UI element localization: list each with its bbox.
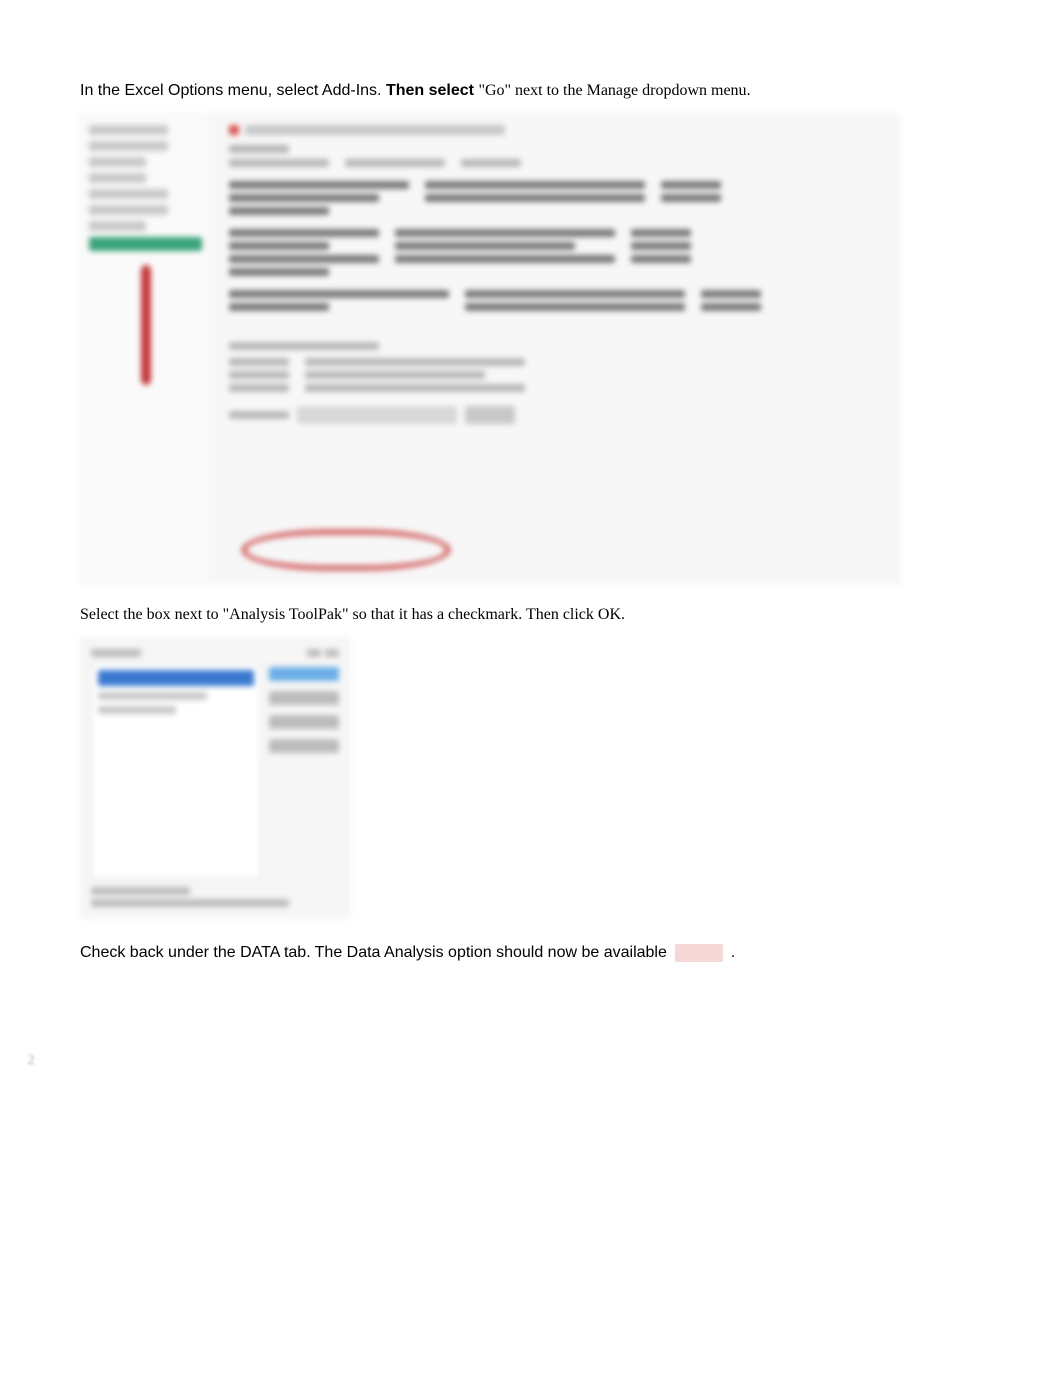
- manage-row: [229, 406, 881, 424]
- section-label: [229, 145, 289, 153]
- addins-row: [229, 181, 881, 215]
- instruction3-part-a: Check back under the DATA tab.: [80, 944, 311, 962]
- excel-options-screenshot: [80, 114, 900, 584]
- sidebar-item: [89, 125, 168, 135]
- addins-row: [229, 229, 881, 276]
- sidebar-item: [89, 157, 146, 167]
- addins-dialog-screenshot: [80, 638, 350, 918]
- browse-button-blurred: [269, 715, 339, 729]
- options-sidebar: [81, 115, 211, 583]
- cancel-button-blurred: [269, 691, 339, 705]
- sidebar-item-addins-selected: [89, 237, 202, 251]
- dialog-footer: [91, 887, 339, 907]
- instruction-step-1: In the Excel Options menu, select Add-In…: [80, 80, 982, 102]
- go-button-blurred: [465, 406, 515, 424]
- ok-button-blurred: [269, 667, 339, 681]
- instruction1-part-b: Then select: [386, 82, 474, 99]
- automation-button-blurred: [269, 739, 339, 753]
- content-title: [229, 125, 881, 135]
- instruction3-part-b: The Data Analysis option should now be a…: [315, 944, 667, 962]
- list-item: [98, 706, 176, 714]
- page-number: 2: [20, 1050, 42, 1072]
- instruction-step-2: Select the box next to "Analysis ToolPak…: [80, 606, 982, 624]
- dialog-header: [91, 649, 339, 657]
- addins-checklist: [91, 663, 261, 879]
- sidebar-item: [89, 141, 168, 151]
- red-ellipse-highlight: [241, 529, 451, 571]
- analysis-toolpak-selected: [98, 670, 254, 686]
- sidebar-item: [89, 173, 146, 183]
- title-text: [245, 125, 505, 135]
- sidebar-item: [89, 189, 168, 199]
- red-highlight-arrow: [141, 265, 151, 385]
- addins-table-header: [229, 159, 881, 167]
- redacted-chip: [675, 944, 723, 962]
- instruction3-period: .: [731, 944, 735, 962]
- options-content: [211, 115, 899, 583]
- instruction1-part-a: In the Excel Options menu, select Add-In…: [80, 82, 382, 99]
- dialog-buttons: [269, 663, 339, 879]
- instruction1-part-c: "Go" next to the Manage dropdown menu.: [478, 82, 750, 99]
- title-icon: [229, 125, 239, 135]
- sidebar-item: [89, 221, 146, 231]
- sidebar-item: [89, 205, 168, 215]
- addin-details: [229, 331, 881, 424]
- instruction-step-3: Check back under the DATA tab. The Data …: [80, 944, 982, 962]
- addins-row: [229, 290, 881, 311]
- list-item: [98, 692, 207, 700]
- manage-dropdown: [297, 406, 457, 424]
